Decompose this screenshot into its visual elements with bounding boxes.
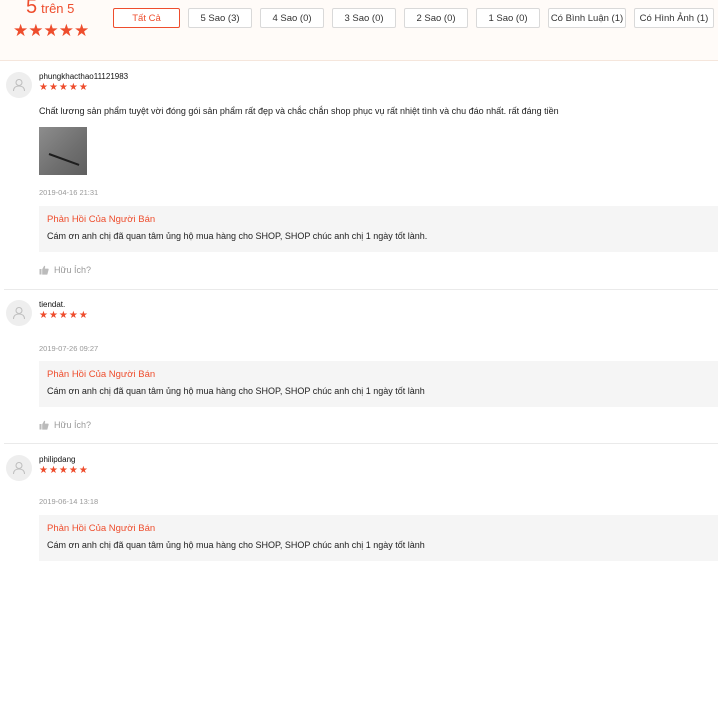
review-time: 2019-04-16 21:31 xyxy=(39,188,99,197)
thumbs-up-icon xyxy=(39,420,49,430)
reviewer-name: philipdang xyxy=(39,455,76,464)
filter-with-image-button[interactable]: Có Hình Ảnh (1) xyxy=(634,8,714,28)
seller-reply: Phản Hồi Của Người Bán Cám ơn anh chị đã… xyxy=(39,515,718,561)
user-avatar-icon xyxy=(6,72,32,98)
user-avatar-icon xyxy=(6,300,32,326)
seller-reply-title: Phản Hồi Của Người Bán xyxy=(47,369,156,380)
review-item: philipdang ★★★★★ 2019-06-14 13:18 Phản H… xyxy=(4,455,718,563)
review-time: 2019-06-14 13:18 xyxy=(39,497,99,506)
review-stars-icon: ★★★★★ xyxy=(39,82,89,93)
filter-4-star-button[interactable]: 4 Sao (0) xyxy=(260,8,324,28)
review-photo[interactable] xyxy=(39,127,87,175)
seller-reply-text: Cám ơn anh chị đã quan tâm ủng hộ mua hà… xyxy=(47,540,425,550)
seller-reply-title: Phản Hồi Của Người Bán xyxy=(47,523,156,534)
filter-1-star-button[interactable]: 1 Sao (0) xyxy=(476,8,540,28)
helpful-label: Hữu Ích? xyxy=(54,265,92,275)
review-stars-icon: ★★★★★ xyxy=(39,310,89,321)
reviewer-name: tiendat. xyxy=(39,300,66,309)
filter-with-comment-button[interactable]: Có Bình Luận (1) xyxy=(548,8,626,28)
overall-stars-icon: ★★★★★ xyxy=(13,21,90,40)
review-time: 2019-07-26 09:27 xyxy=(39,344,99,353)
reviewer-name: phungkhacthao11121983 xyxy=(39,72,129,81)
seller-reply-text: Cám ơn anh chị đã quan tâm ủng hộ mua hà… xyxy=(47,231,428,241)
seller-reply-text: Cám ơn anh chị đã quan tâm ủng hộ mua hà… xyxy=(47,386,425,396)
filter-5-star-button[interactable]: 5 Sao (3) xyxy=(188,8,252,28)
helpful-label: Hữu Ích? xyxy=(54,420,92,430)
filter-all-button[interactable]: Tất Cả xyxy=(113,8,180,28)
seller-reply: Phản Hồi Của Người Bán Cám ơn anh chị đã… xyxy=(39,361,718,407)
seller-reply-title: Phản Hồi Của Người Bán xyxy=(47,214,156,225)
seller-reply: Phản Hồi Của Người Bán Cám ơn anh chị đã… xyxy=(39,206,718,252)
filter-3-star-button[interactable]: 3 Sao (0) xyxy=(332,8,396,28)
review-stars-icon: ★★★★★ xyxy=(39,465,89,476)
rating-summary: 5 trên 5 ★★★★★ Tất Cả 5 Sao (3) 4 Sao (0)… xyxy=(0,0,718,61)
review-item: tiendat. ★★★★★ 2019-07-26 09:27 Phản Hồi… xyxy=(4,300,718,444)
overall-score: 5 trên 5 xyxy=(26,0,74,19)
rating-filters: Tất Cả 5 Sao (3) 4 Sao (0) 3 Sao (0) 2 S… xyxy=(113,8,714,28)
score-out-of: trên 5 xyxy=(41,1,75,16)
thumbs-up-icon xyxy=(39,265,49,275)
review-text: Chất lương sản phẩm tuyệt vời đóng gói s… xyxy=(39,106,559,116)
score-value: 5 xyxy=(26,0,38,18)
helpful-button[interactable]: Hữu Ích? xyxy=(39,265,91,275)
helpful-button[interactable]: Hữu Ích? xyxy=(39,420,91,430)
review-item: phungkhacthao11121983 ★★★★★ Chất lương s… xyxy=(4,72,718,290)
user-avatar-icon xyxy=(6,455,32,481)
filter-2-star-button[interactable]: 2 Sao (0) xyxy=(404,8,468,28)
